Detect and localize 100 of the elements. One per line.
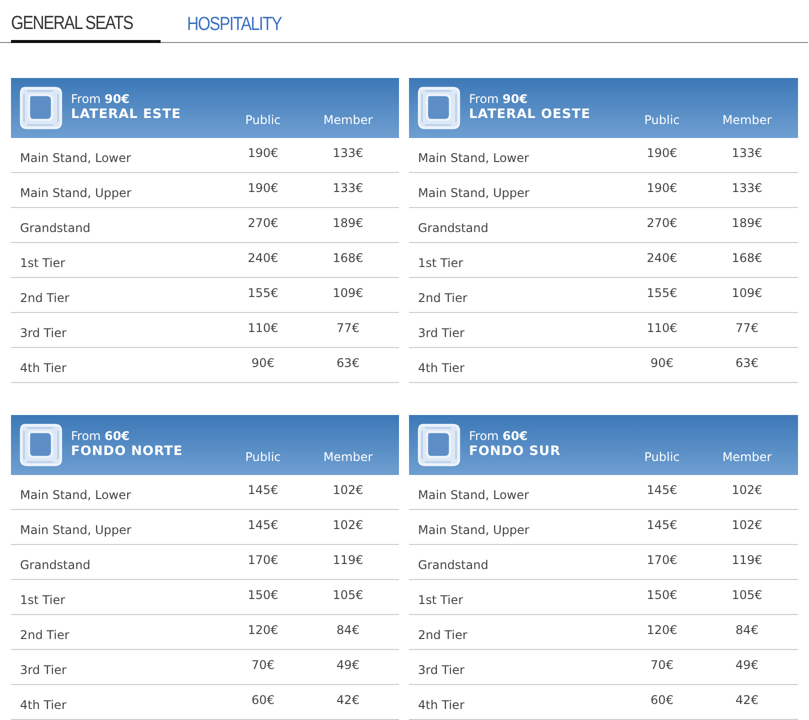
column-header: Member — [721, 112, 773, 129]
price: 120€ — [646, 622, 678, 639]
price: 42€ — [336, 692, 360, 709]
seat-area: 3rd Tier — [11, 318, 223, 342]
seat-area: 2nd Tier — [11, 620, 223, 644]
seat-area: Main Stand, Lower — [11, 480, 223, 504]
price: 102€ — [730, 482, 764, 499]
price: 70€ — [250, 657, 276, 674]
column-header: Member — [322, 112, 374, 129]
seat-area: Main Stand, Upper — [409, 178, 622, 202]
price: 190€ — [246, 180, 280, 197]
price: 110€ — [246, 320, 280, 337]
price: 77€ — [734, 320, 760, 337]
column-header: Member — [721, 449, 773, 466]
column-header: Public — [244, 112, 282, 129]
price: 77€ — [336, 320, 360, 337]
seat-area: 4th Tier — [409, 690, 622, 714]
price: 240€ — [646, 250, 678, 267]
seat-area: 1st Tier — [409, 248, 622, 272]
price: 270€ — [646, 215, 678, 232]
section-title: LATERAL OESTE — [469, 107, 592, 124]
price: 63€ — [734, 355, 760, 372]
seat-area: 3rd Tier — [409, 318, 622, 342]
price: 168€ — [730, 250, 764, 267]
price-from: From 90€ — [469, 92, 529, 108]
seat-area: 2nd Tier — [409, 283, 622, 307]
price: 119€ — [332, 552, 364, 569]
price: 42€ — [734, 692, 760, 709]
seat-area: 1st Tier — [409, 585, 622, 609]
seat-area: 2nd Tier — [11, 283, 223, 307]
price: 63€ — [336, 355, 360, 372]
price: 155€ — [646, 285, 678, 302]
price: 90€ — [650, 355, 674, 372]
price: 102€ — [332, 482, 364, 499]
seat-area: 1st Tier — [11, 248, 223, 272]
price: 270€ — [246, 215, 280, 232]
price: 60€ — [650, 692, 674, 709]
price: 150€ — [246, 587, 280, 604]
seat-area: Main Stand, Lower — [409, 143, 622, 167]
price: 49€ — [734, 657, 760, 674]
column-header: Public — [643, 449, 681, 466]
seat-area: Grandstand — [11, 213, 223, 237]
price: 120€ — [246, 622, 280, 639]
section-title: FONDO SUR — [469, 444, 562, 461]
price: 190€ — [246, 145, 280, 162]
price: 102€ — [730, 517, 764, 534]
seat-area: Main Stand, Upper — [11, 515, 223, 539]
price: 189€ — [730, 215, 764, 232]
seat-area: 4th Tier — [11, 353, 223, 377]
seat-area: 4th Tier — [11, 690, 223, 714]
price: 84€ — [734, 622, 760, 639]
price: 170€ — [246, 552, 280, 569]
price: 60€ — [250, 692, 276, 709]
price: 145€ — [246, 482, 280, 499]
price: 49€ — [336, 657, 360, 674]
price: 145€ — [246, 517, 280, 534]
price-from: From 60€ — [71, 429, 131, 444]
tab[interactable]: GENERAL SEATS — [11, 0, 161, 43]
price: 102€ — [332, 517, 364, 534]
seat-area: Main Stand, Lower — [11, 143, 223, 167]
stadium-icon — [19, 84, 63, 132]
seat-area: Main Stand, Upper — [11, 178, 223, 202]
price: 109€ — [730, 285, 764, 302]
price-from: From 60€ — [469, 429, 529, 444]
section-title: LATERAL ESTE — [71, 107, 182, 124]
price: 109€ — [332, 285, 364, 302]
seat-area: Grandstand — [11, 550, 223, 574]
column-header: Public — [643, 112, 681, 129]
price: 90€ — [250, 355, 276, 372]
price: 110€ — [646, 320, 678, 337]
price: 105€ — [730, 587, 764, 604]
seat-area: 3rd Tier — [11, 655, 223, 679]
price: 70€ — [650, 657, 674, 674]
price: 170€ — [646, 552, 678, 569]
price: 133€ — [730, 180, 764, 197]
seat-area: Grandstand — [409, 213, 622, 237]
price: 190€ — [646, 180, 678, 197]
seat-area: 3rd Tier — [409, 655, 622, 679]
price: 168€ — [332, 250, 364, 267]
tab[interactable]: HOSPITALITY — [187, 0, 337, 43]
stadium-icon — [417, 84, 461, 132]
price: 240€ — [246, 250, 280, 267]
price: 145€ — [646, 517, 678, 534]
column-header: Member — [322, 449, 374, 466]
seat-area: 4th Tier — [409, 353, 622, 377]
price: 189€ — [332, 215, 364, 232]
seat-area: Main Stand, Lower — [409, 480, 622, 504]
seat-area: 1st Tier — [11, 585, 223, 609]
stadium-icon — [19, 421, 63, 469]
price: 105€ — [332, 587, 364, 604]
price: 119€ — [730, 552, 764, 569]
price: 133€ — [332, 145, 364, 162]
price: 84€ — [336, 622, 360, 639]
price: 150€ — [646, 587, 678, 604]
seat-area: Grandstand — [409, 550, 622, 574]
price: 145€ — [646, 482, 678, 499]
section-title: FONDO NORTE — [71, 444, 184, 461]
price: 190€ — [646, 145, 678, 162]
price: 133€ — [332, 180, 364, 197]
seat-area: 2nd Tier — [409, 620, 622, 644]
